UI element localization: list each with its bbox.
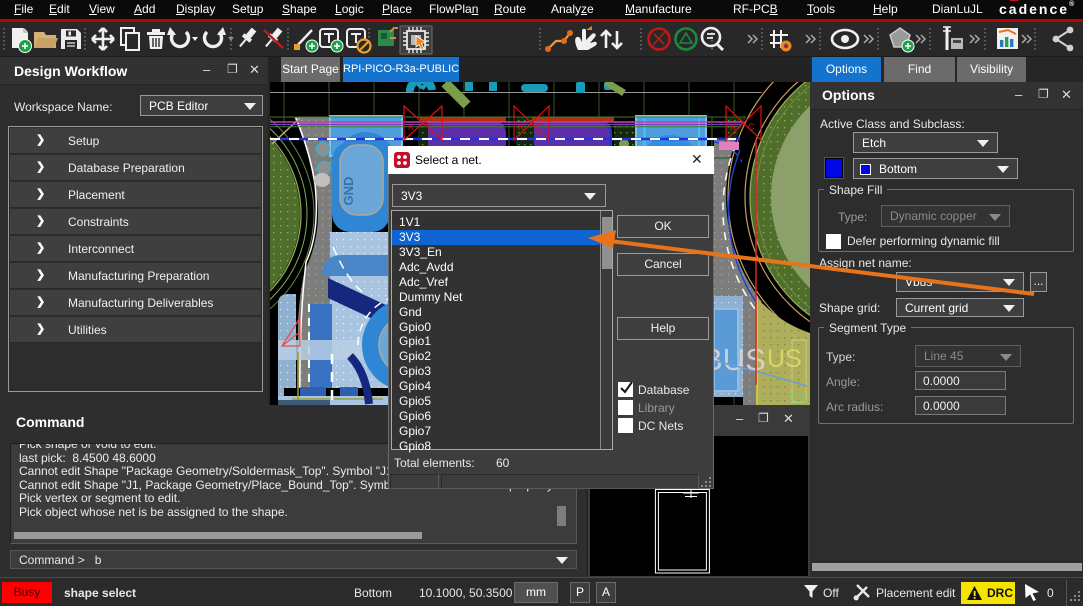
svg-text:GND: GND bbox=[341, 177, 356, 206]
svg-text:C: C bbox=[428, 122, 435, 132]
svg-text:US: US bbox=[767, 345, 802, 373]
svg-text:C: C bbox=[748, 122, 755, 132]
svg-text:K: K bbox=[518, 122, 524, 132]
svg-text:K: K bbox=[730, 122, 736, 132]
svg-text:C: C bbox=[536, 122, 543, 132]
svg-text:K: K bbox=[408, 122, 414, 132]
